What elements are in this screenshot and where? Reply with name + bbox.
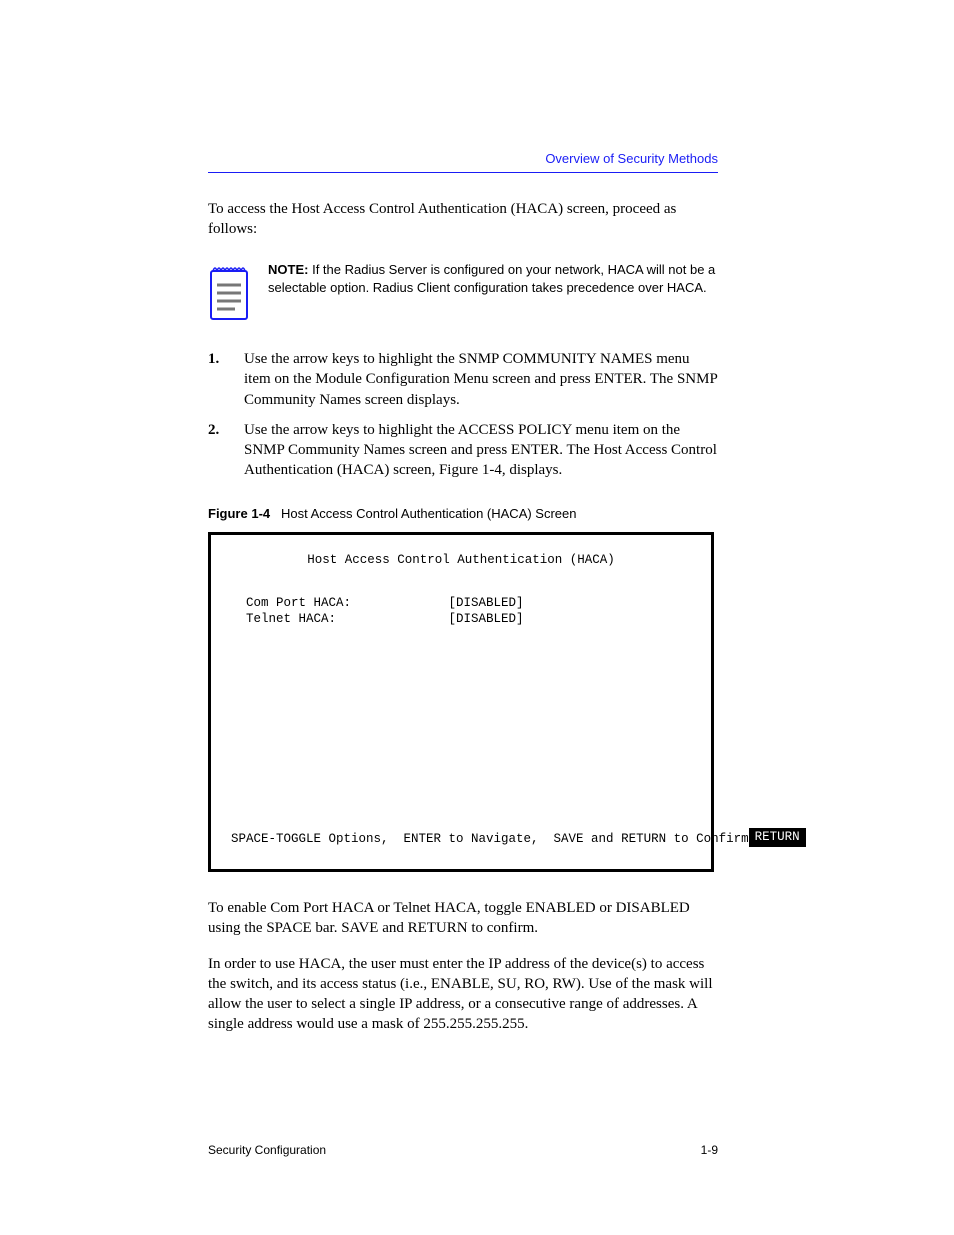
figure-screen-title: Host Access Control Authentication (HACA…: [231, 553, 691, 568]
step-item: 1. Use the arrow keys to highlight the S…: [208, 349, 718, 410]
steps-list: 1. Use the arrow keys to highlight the S…: [208, 349, 718, 481]
step-item: 2. Use the arrow keys to highlight the A…: [208, 420, 718, 481]
step-number: 1.: [208, 349, 230, 410]
running-head: Overview of Security Methods: [208, 150, 718, 168]
figure-line: Telnet HACA: [DISABLED]: [231, 612, 691, 627]
step-number: 2.: [208, 420, 230, 481]
intro-paragraph: To access the Host Access Control Authen…: [208, 199, 718, 240]
step-body: Use the arrow keys to highlight the ACCE…: [244, 420, 718, 481]
section-divider: [208, 172, 718, 173]
footer-page-number: 1-9: [701, 1142, 718, 1158]
figure-title: Host Access Control Authentication (HACA…: [281, 506, 577, 521]
figure-help-text: SPACE-TOGGLE Options, ENTER to Navigate,…: [231, 832, 749, 847]
paragraph: To enable Com Port HACA or Telnet HACA, …: [208, 898, 718, 939]
page-content: Overview of Security Methods To access t…: [208, 150, 718, 1049]
figure-screenshot: Host Access Control Authentication (HACA…: [208, 532, 714, 872]
step-body: Use the arrow keys to highlight the SNMP…: [244, 349, 718, 410]
footer-left: Security Configuration: [208, 1142, 326, 1158]
note-text: NOTE: If the Radius Server is configured…: [268, 261, 718, 296]
post-figure-text: To enable Com Port HACA or Telnet HACA, …: [208, 898, 718, 1035]
note-label: NOTE:: [268, 262, 308, 277]
notepad-icon: [208, 261, 250, 321]
figure-number: Figure 1-4: [208, 506, 270, 521]
note-block: NOTE: If the Radius Server is configured…: [208, 261, 718, 321]
figure-caption: Figure 1-4 Host Access Control Authentic…: [208, 505, 718, 523]
figure-line: Com Port HACA: [DISABLED]: [231, 596, 691, 611]
paragraph: In order to use HACA, the user must ente…: [208, 954, 718, 1035]
figure-return-button: RETURN: [749, 828, 806, 847]
note-body: If the Radius Server is configured on yo…: [268, 262, 715, 295]
page-footer: Security Configuration 1-9: [208, 1142, 718, 1158]
